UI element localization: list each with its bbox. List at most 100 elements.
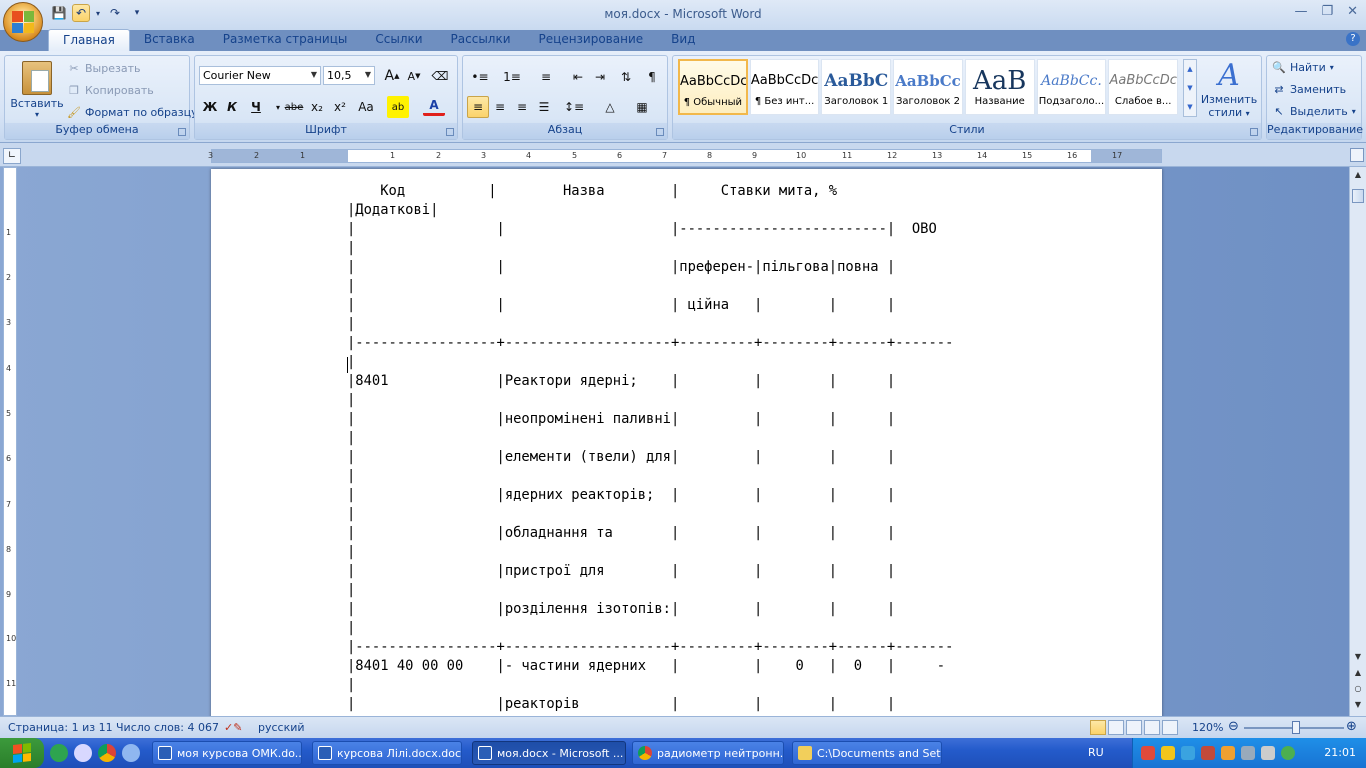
zoom-slider-knob[interactable] (1292, 721, 1300, 734)
taskbar-item[interactable]: радиометр нейтронн... (632, 741, 784, 765)
strikethrough-button[interactable]: abe (283, 96, 305, 118)
scroll-down-icon[interactable]: ▼ (1352, 651, 1364, 663)
document-line[interactable]: | |реакторів | | | | (347, 695, 953, 714)
superscript-button[interactable]: x² (329, 96, 351, 118)
start-button[interactable] (0, 738, 44, 768)
document-line[interactable]: | (347, 239, 953, 258)
chevron-down-icon[interactable]: ▼ (1184, 79, 1196, 98)
office-button[interactable] (3, 2, 43, 42)
taskbar-item[interactable]: моя.docx - Microsoft ... (472, 741, 626, 765)
draft-icon[interactable] (1162, 720, 1178, 735)
document-line[interactable]: |Додаткові| (347, 201, 953, 220)
paste-button[interactable]: Вставить ▾ (9, 59, 65, 121)
copy-button[interactable]: ❐ Копировать (67, 80, 154, 100)
info-icon[interactable] (1281, 746, 1295, 760)
shading-icon[interactable]: △ (599, 96, 621, 118)
bullets-icon[interactable]: •≡ (469, 66, 491, 88)
print-layout-icon[interactable] (1090, 720, 1106, 735)
style-title[interactable]: AaB Название (964, 59, 1035, 115)
document-line[interactable]: |-----------------+--------------------+… (347, 638, 953, 657)
document-line[interactable]: | (347, 391, 953, 410)
align-left-icon[interactable]: ≡ (467, 96, 489, 118)
increase-indent-icon[interactable]: ⇥ (589, 66, 611, 88)
find-button[interactable]: 🔍 Найти ▾ (1272, 57, 1334, 77)
change-case-button[interactable]: Aa (355, 96, 377, 118)
style-subtle-emphasis[interactable]: AaBbCcDc Слабое в... (1108, 59, 1179, 115)
clipboard-launcher-icon[interactable] (178, 128, 186, 136)
shield-icon[interactable] (1161, 746, 1175, 760)
zoom-in-icon[interactable]: ⊕ (1346, 719, 1357, 734)
minimize-icon[interactable]: — (1294, 4, 1307, 19)
document-line[interactable]: | (347, 676, 953, 695)
tray-app-icon[interactable] (1221, 746, 1235, 760)
view-ruler-icon[interactable] (1350, 148, 1364, 162)
tray-app-icon[interactable] (1141, 746, 1155, 760)
change-styles-button[interactable]: A Изменить стили ▾ (1200, 59, 1258, 120)
more-icon[interactable]: ▼ (1184, 98, 1196, 117)
show-marks-icon[interactable]: ¶ (641, 66, 663, 88)
highlight-button[interactable]: ab (387, 96, 409, 118)
network-icon[interactable] (1181, 746, 1195, 760)
align-center-icon[interactable]: ≡ (489, 96, 511, 118)
document-line[interactable]: | |елементи (твели) для| | | | (347, 448, 953, 467)
vertical-scrollbar[interactable]: ▲ ▼ ▲ ○ ▼ (1349, 167, 1366, 716)
style-heading-1[interactable]: AaBbC Заголовок 1 (821, 59, 892, 115)
align-right-icon[interactable]: ≡ (511, 96, 533, 118)
document-line[interactable]: | (347, 277, 953, 296)
document-line[interactable]: | (347, 353, 953, 372)
media-icon[interactable] (74, 744, 92, 762)
justify-icon[interactable]: ☰ (533, 96, 555, 118)
close-icon[interactable]: ✕ (1347, 4, 1358, 19)
document-line[interactable]: | | |-------------------------| ОВО (347, 220, 953, 239)
tab-mailings[interactable]: Рассылки (437, 29, 525, 51)
line-spacing-icon[interactable]: ↕≡ (563, 96, 585, 118)
cut-button[interactable]: ✂ Вырезать (67, 58, 140, 78)
tab-home[interactable]: Главная (48, 29, 130, 51)
shrink-font-button[interactable]: A ▼ (403, 65, 425, 87)
tab-page-layout[interactable]: Разметка страницы (209, 29, 362, 51)
help-icon[interactable]: ? (1346, 32, 1360, 46)
document-line[interactable]: | |ядерних реакторів; | | | | (347, 486, 953, 505)
document-line[interactable]: |-----------------+--------------------+… (347, 334, 953, 353)
next-page-icon[interactable]: ▼ (1352, 699, 1364, 711)
document-line[interactable]: | (347, 315, 953, 334)
style-no-spacing[interactable]: AaBbCcDc ¶ Без инт... (749, 59, 820, 115)
document-line[interactable]: | (347, 581, 953, 600)
scroll-thumb[interactable] (1352, 189, 1364, 203)
zoom-slider[interactable] (1244, 721, 1344, 734)
chevron-up-icon[interactable]: ▲ (1184, 60, 1196, 79)
font-launcher-icon[interactable] (446, 128, 454, 136)
replace-button[interactable]: ⇄ Заменить (1272, 79, 1346, 99)
document-line[interactable]: |8401 |Реактори ядерні; | | | | (347, 372, 953, 391)
sort-icon[interactable]: ⇅ (615, 66, 637, 88)
borders-icon[interactable]: ▦ (631, 96, 653, 118)
outline-icon[interactable] (1144, 720, 1160, 735)
paragraph-launcher-icon[interactable] (656, 128, 664, 136)
select-button[interactable]: ↖ Выделить ▾ (1272, 101, 1355, 121)
select-browse-object-icon[interactable]: ○ (1352, 683, 1364, 695)
document-line[interactable]: | |пристрої для | | | | (347, 562, 953, 581)
clear-formatting-icon[interactable]: ⌫ (429, 65, 451, 87)
font-size-combo[interactable]: 10,5 ▼ (323, 66, 375, 85)
italic-button[interactable]: К (221, 96, 243, 118)
document-line[interactable]: | (347, 429, 953, 448)
underline-button[interactable]: Ч (245, 96, 267, 118)
document-line[interactable]: | |розділення ізотопів:| | | | (347, 600, 953, 619)
numbering-icon[interactable]: 1≡ (501, 66, 523, 88)
tab-references[interactable]: Ссылки (361, 29, 436, 51)
document-body[interactable]: Код | Назва | Ставки мита, % |Додаткові| |… (347, 182, 953, 714)
document-line[interactable]: | | | ційна | | | (347, 296, 953, 315)
restore-icon[interactable]: ❐ (1321, 4, 1333, 19)
input-language[interactable]: RU (1088, 746, 1104, 759)
document-line[interactable]: | (347, 467, 953, 486)
tab-insert[interactable]: Вставка (130, 29, 209, 51)
styles-launcher-icon[interactable] (1250, 128, 1258, 136)
zoom-level[interactable]: 120% (1192, 721, 1223, 734)
clock[interactable]: 21:01 (1324, 746, 1356, 759)
font-family-combo[interactable]: Courier New ▼ (199, 66, 321, 85)
style-normal[interactable]: AaBbCcDc ¶ Обычный (678, 59, 748, 115)
styles-gallery-scroll[interactable]: ▲ ▼ ▼ (1183, 59, 1197, 117)
document-line[interactable]: | | |преферен-|пільгова|повна | (347, 258, 953, 277)
document-line[interactable]: Код | Назва | Ставки мита, % (347, 182, 953, 201)
style-subtitle[interactable]: AaBbCc. Подзаголо... (1036, 59, 1107, 115)
